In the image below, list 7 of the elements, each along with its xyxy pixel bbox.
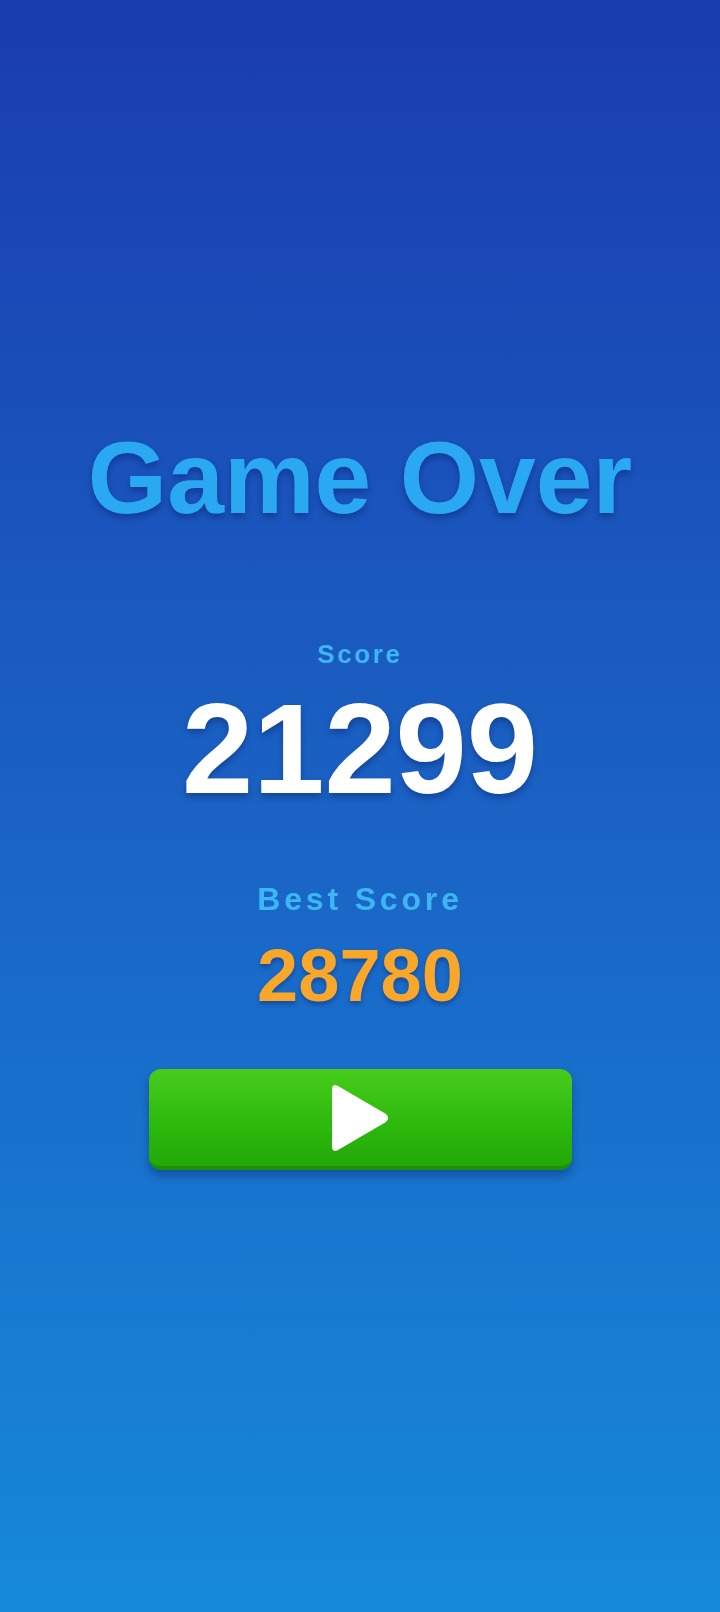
score-value: 21299 xyxy=(182,685,538,813)
game-over-title: Game Over xyxy=(87,427,633,529)
score-label: Score xyxy=(317,641,403,667)
play-icon xyxy=(330,1083,390,1152)
play-button[interactable] xyxy=(148,1069,572,1170)
best-score-label: Best Score xyxy=(257,883,463,915)
best-score-value: 28780 xyxy=(257,939,463,1013)
